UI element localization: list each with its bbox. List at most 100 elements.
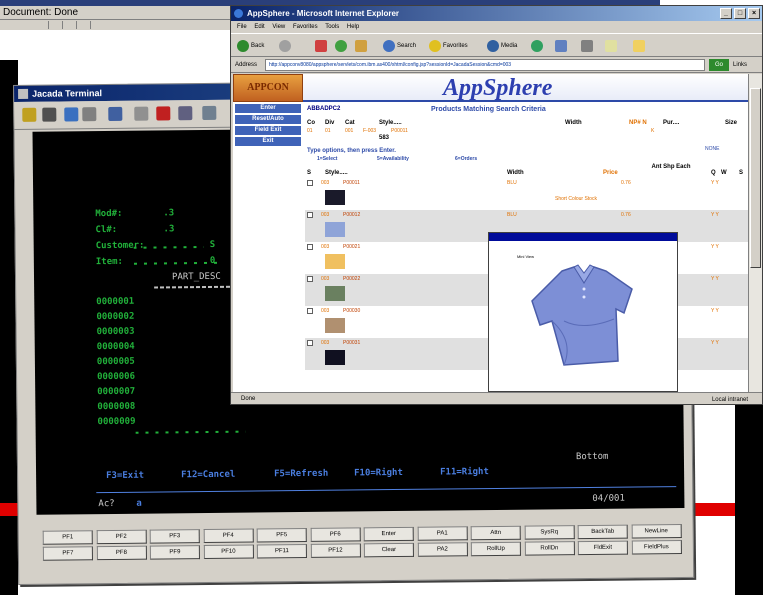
sidebar-reset-button[interactable]: Reset/Auto: [235, 115, 301, 124]
maximize-button[interactable]: □: [734, 8, 746, 19]
sidebar-exit-button[interactable]: Exit: [235, 137, 301, 146]
keypad-key-pa2[interactable]: PA2: [417, 542, 468, 557]
keypad-key-fieldplus[interactable]: FieldPlus: [631, 540, 682, 555]
popup-titlebar[interactable]: [489, 233, 677, 241]
function-key-hint[interactable]: F11=Right: [440, 467, 489, 478]
color-swatch[interactable]: [325, 318, 345, 333]
sidebar-field-exit-button[interactable]: Field Exit: [235, 126, 301, 135]
row-select-checkbox[interactable]: [307, 244, 313, 250]
keypad-key-newline[interactable]: NewLine: [631, 524, 682, 539]
screen-row[interactable]: 0000009: [97, 417, 135, 427]
menu-favorites[interactable]: Favorites: [293, 24, 318, 30]
row-select-checkbox[interactable]: [307, 276, 313, 282]
home-button[interactable]: [355, 38, 369, 54]
menu-edit[interactable]: Edit: [254, 24, 264, 30]
menu-file[interactable]: File: [237, 24, 247, 30]
keypad-key-rolldn[interactable]: RollDn: [524, 541, 575, 556]
go-button[interactable]: Go: [709, 59, 729, 71]
keypad-key-pf11[interactable]: PF11: [256, 543, 307, 559]
criteria-value[interactable]: F-003: [363, 128, 376, 134]
color-swatch[interactable]: [325, 254, 345, 269]
keypad-key-pf12[interactable]: PF12: [310, 543, 361, 558]
keypad-key-pf7[interactable]: PF7: [42, 546, 93, 561]
back-button[interactable]: Back: [237, 38, 264, 54]
sidebar-enter-button[interactable]: Enter: [235, 104, 301, 113]
address-input[interactable]: http://appconv8080/appsphere/servlets/co…: [265, 59, 705, 71]
keypad-key-pf6[interactable]: PF6: [310, 527, 361, 542]
scrollbar-thumb[interactable]: [750, 88, 761, 268]
record-icon[interactable]: [156, 106, 171, 121]
keypad-key-enter[interactable]: Enter: [363, 526, 414, 542]
keypad-key-clear[interactable]: Clear: [363, 542, 414, 558]
menu-help[interactable]: Help: [347, 24, 359, 30]
menu-view[interactable]: View: [272, 24, 285, 30]
print-button[interactable]: [581, 38, 595, 54]
function-key-hint[interactable]: F10=Right: [354, 468, 403, 479]
color-swatch[interactable]: [325, 222, 345, 237]
links-label[interactable]: Links: [733, 57, 747, 73]
function-key-hint[interactable]: F3=Exit: [106, 471, 144, 481]
color-swatch[interactable]: [325, 286, 345, 301]
forward-button[interactable]: [279, 38, 293, 54]
keypad-key-pf5[interactable]: PF5: [256, 527, 307, 543]
keypad-key-pf3[interactable]: PF3: [149, 529, 200, 544]
edit-button[interactable]: [605, 38, 619, 54]
color-swatch[interactable]: [325, 190, 345, 205]
criteria-value[interactable]: K: [651, 128, 654, 134]
screen-row[interactable]: 0000002: [96, 312, 134, 322]
screen-row[interactable]: 0000008: [97, 402, 135, 412]
keypad-key-pa1[interactable]: PA1: [417, 526, 468, 541]
row-select-checkbox[interactable]: [307, 212, 313, 218]
browser-titlebar[interactable]: AppSphere - Microsoft Internet Explorer …: [231, 6, 762, 21]
favorites-button[interactable]: Favorites: [429, 38, 468, 54]
settings-icon[interactable]: [134, 106, 149, 121]
folder-button[interactable]: [633, 38, 647, 54]
refresh-button[interactable]: [335, 38, 349, 54]
history-button[interactable]: [531, 38, 545, 54]
screen-row[interactable]: 0000001: [96, 297, 134, 307]
media-button[interactable]: Media: [487, 38, 517, 54]
criteria-value[interactable]: P00011: [391, 128, 408, 134]
function-key-hint[interactable]: F5=Refresh: [274, 469, 328, 480]
keypad-key-rollup[interactable]: RollUp: [470, 541, 521, 557]
keypad-key-pf1[interactable]: PF1: [42, 530, 93, 545]
copy-icon[interactable]: [64, 107, 79, 122]
command-input[interactable]: a: [136, 499, 142, 509]
screen-row[interactable]: 0000003: [97, 327, 135, 337]
image-popup[interactable]: Mini View: [488, 232, 678, 392]
keypad-key-pf9[interactable]: PF9: [149, 545, 200, 560]
screen-field[interactable]: S: [210, 240, 216, 250]
stop-button[interactable]: [315, 38, 329, 54]
mail-button[interactable]: [555, 38, 569, 54]
screen-row[interactable]: 0000006: [97, 372, 135, 382]
row-select-checkbox[interactable]: [307, 340, 313, 346]
row-select-checkbox[interactable]: [307, 180, 313, 186]
criteria-value[interactable]: 01: [325, 128, 331, 134]
criteria-value[interactable]: 001: [345, 128, 353, 134]
keypad-key-pf2[interactable]: PF2: [96, 529, 147, 545]
macro-icon[interactable]: [178, 106, 193, 121]
search-button[interactable]: Search: [383, 38, 416, 54]
screen-row[interactable]: 0000005: [97, 357, 135, 367]
keypad-key-attn[interactable]: Attn: [470, 525, 521, 541]
screen-row[interactable]: 0000007: [97, 387, 135, 397]
close-button[interactable]: ×: [748, 8, 760, 19]
keypad-key-backtab[interactable]: BackTab: [577, 524, 628, 540]
keypad-key-pf10[interactable]: PF10: [203, 544, 254, 560]
help-icon[interactable]: [202, 105, 217, 121]
keypad-key-sysrq[interactable]: SysRq: [524, 525, 575, 540]
disconnect-icon[interactable]: [42, 107, 57, 122]
print-icon[interactable]: [108, 106, 123, 122]
browser-window[interactable]: AppSphere - Microsoft Internet Explorer …: [230, 5, 763, 405]
screen-field[interactable]: .3: [163, 224, 174, 234]
keypad-key-pf8[interactable]: PF8: [96, 545, 147, 561]
keypad-key-fldexit[interactable]: FldExit: [577, 540, 628, 556]
function-key-hint[interactable]: F12=Cancel: [181, 470, 235, 481]
browser-scrollbar[interactable]: [748, 74, 762, 392]
color-swatch[interactable]: [325, 350, 345, 365]
minimize-button[interactable]: _: [720, 8, 732, 19]
paste-icon[interactable]: [82, 107, 97, 122]
row-select-checkbox[interactable]: [307, 308, 313, 314]
screen-field[interactable]: .3: [163, 208, 174, 218]
screen-row[interactable]: 0000004: [97, 342, 135, 352]
